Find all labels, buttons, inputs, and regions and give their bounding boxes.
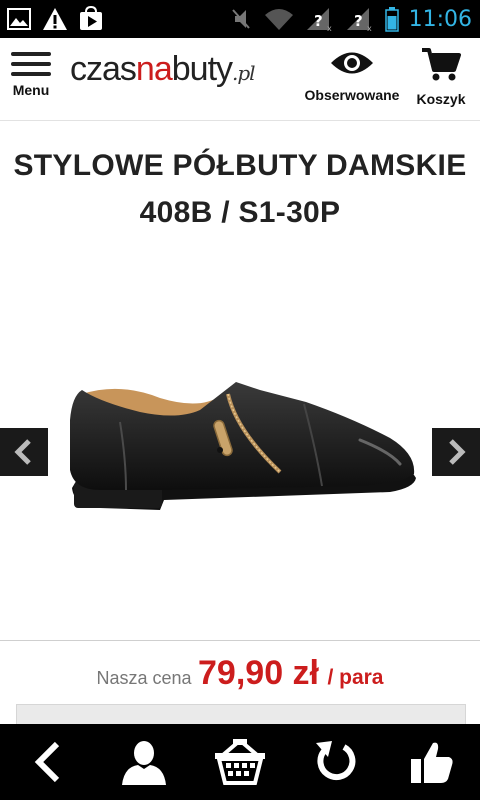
signal-unknown-icon: ? x (306, 8, 332, 32)
like-button[interactable] (392, 724, 472, 800)
warning-icon (43, 8, 67, 30)
product-title: STYLOWE PÓŁBUTY DAMSKIE 408B / S1-30P (13, 149, 467, 229)
status-right-icons: ? x ? x 11:06 (229, 6, 472, 32)
wifi-icon (264, 9, 293, 30)
price-unit: / para (327, 666, 384, 689)
back-button[interactable] (8, 724, 88, 800)
svg-text:?: ? (314, 12, 323, 30)
gallery-next-button[interactable] (432, 428, 480, 476)
product-image[interactable] (60, 360, 420, 530)
divider (0, 640, 480, 641)
observed-label: Obserwowane (304, 87, 400, 103)
logo-part: czas (70, 50, 137, 88)
refresh-icon (316, 741, 356, 781)
status-bar: ? x ? x 11:06 (0, 0, 480, 38)
price-value: 79,90 zł (198, 654, 319, 692)
arrow-left-icon (14, 439, 31, 465)
eye-icon (331, 52, 373, 74)
logo-part-accent: na (135, 50, 173, 88)
account-button[interactable] (104, 724, 184, 800)
image-icon (7, 8, 31, 30)
gallery-prev-button[interactable] (0, 428, 48, 476)
status-left-icons (6, 6, 104, 32)
refresh-button[interactable] (296, 724, 376, 800)
menu-label: Menu (12, 82, 50, 98)
site-logo[interactable]: czasnabuty.pl (70, 50, 256, 89)
signal-unknown-icon: ? x (346, 8, 372, 32)
cart-label: Koszyk (416, 91, 466, 107)
logo-part: buty (171, 50, 233, 88)
user-icon (122, 741, 166, 785)
cart-button[interactable]: Koszyk (410, 46, 472, 107)
logo-domain: .pl (232, 61, 256, 85)
bottom-nav (0, 724, 480, 800)
play-store-icon (80, 6, 102, 30)
thumbs-up-icon (411, 742, 453, 783)
site-header: Menu czasnabuty.pl Obserwowane Koszyk (0, 38, 480, 121)
observed-button[interactable]: Obserwowane (302, 48, 402, 103)
menu-icon (8, 52, 54, 76)
battery-icon (384, 7, 399, 32)
status-time: 11:06 (408, 6, 472, 32)
muted-icon (231, 9, 250, 29)
svg-text:x: x (327, 24, 332, 32)
menu-button[interactable]: Menu (8, 52, 54, 98)
cart-icon (422, 48, 461, 81)
svg-text:?: ? (354, 12, 363, 30)
price-label: Nasza cena (96, 668, 192, 688)
price-row: Nasza cena 79,90 zł / para (0, 654, 480, 693)
arrow-right-icon (449, 439, 466, 465)
back-icon (34, 741, 60, 783)
basket-icon (215, 739, 265, 785)
svg-text:x: x (367, 24, 372, 32)
basket-button[interactable] (200, 724, 280, 800)
